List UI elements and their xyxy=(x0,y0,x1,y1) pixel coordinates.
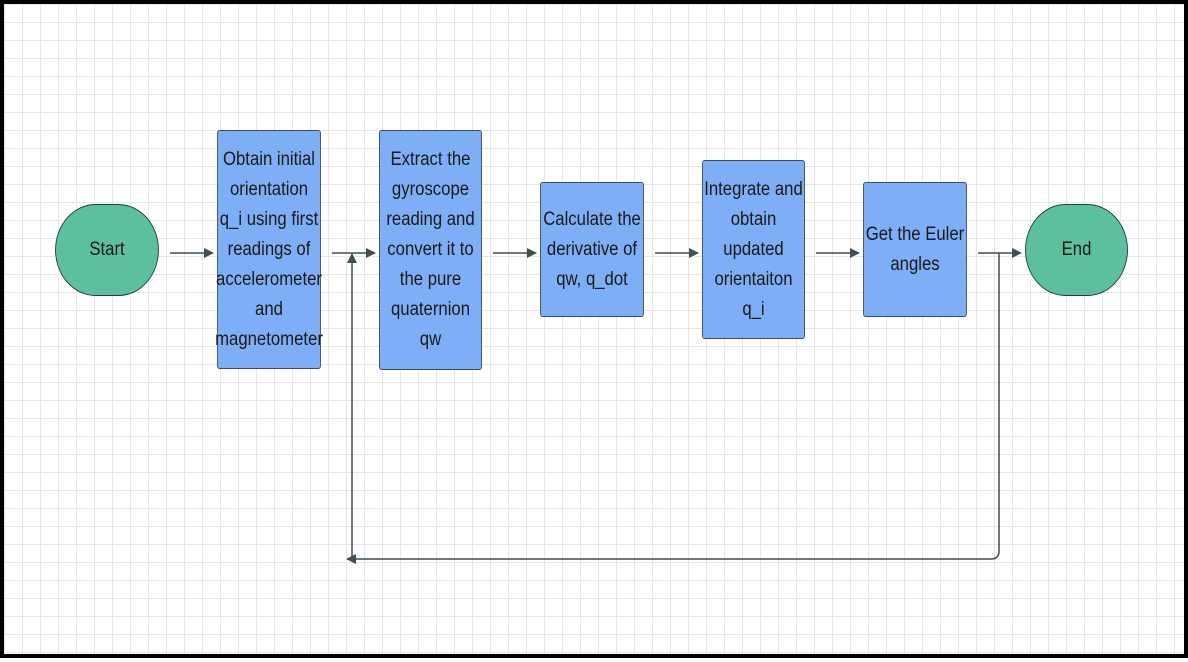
connector-layer xyxy=(170,248,1022,564)
start-terminal[interactable]: Start xyxy=(55,204,159,296)
step-extract-gyroscope-reading[interactable]: Extract the gyroscope reading and conver… xyxy=(379,130,482,370)
start-label: Start xyxy=(89,239,125,260)
step-get-euler-angles[interactable]: Get the Euler angles xyxy=(863,182,967,317)
step-get-euler-angles-label: Get the Euler angles xyxy=(865,223,965,275)
step-obtain-initial-orientation-label: Obtain initial orientation q_i using fir… xyxy=(215,148,323,350)
step-integrate-orientation-label: Integrate and obtain updated orientaiton… xyxy=(704,178,803,320)
step-calculate-derivative[interactable]: Calculate the derivative of qw, q_dot xyxy=(540,182,644,317)
step-obtain-initial-orientation[interactable]: Obtain initial orientation q_i using fir… xyxy=(215,130,323,369)
diagram-canvas: Start Obtain initial orientation q_i usi… xyxy=(0,0,1188,658)
step-calculate-derivative-label: Calculate the derivative of qw, q_dot xyxy=(543,208,641,290)
step-integrate-orientation[interactable]: Integrate and obtain updated orientaiton… xyxy=(702,160,805,339)
step-extract-gyroscope-reading-label: Extract the gyroscope reading and conver… xyxy=(386,149,475,350)
end-terminal[interactable]: End xyxy=(1025,204,1128,296)
end-label: End xyxy=(1061,239,1092,260)
